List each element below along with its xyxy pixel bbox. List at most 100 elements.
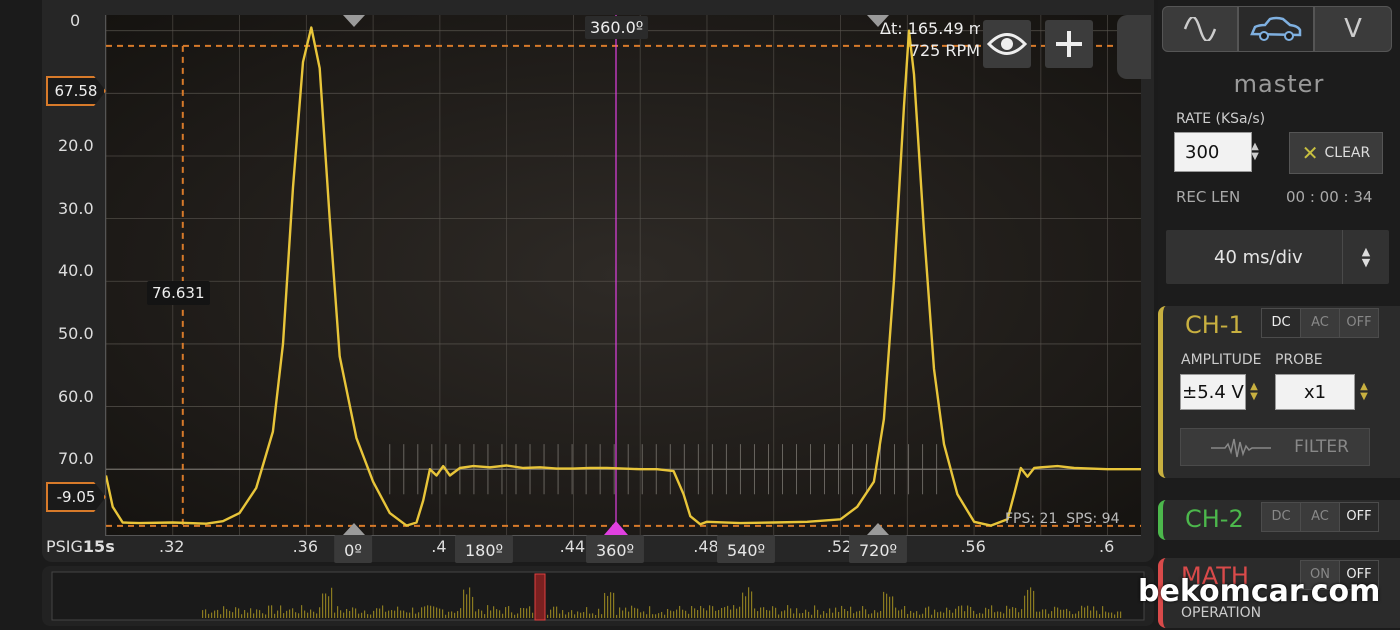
timeline-activity-bar: [1006, 605, 1008, 618]
panel-toggle-handle[interactable]: [1117, 15, 1151, 79]
timeline-activity-bar: [568, 612, 570, 618]
filter-button[interactable]: FILTER: [1180, 428, 1370, 466]
timeline-activity-bar: [676, 609, 678, 618]
time-div-stepper-icon: ▲ ▼: [1342, 230, 1389, 284]
degree-label-540[interactable]: 540º: [716, 535, 776, 563]
degree-label-720[interactable]: 720º: [848, 535, 908, 563]
timeline-activity-bar: [1042, 609, 1044, 618]
ch1-dc-button[interactable]: DC: [1261, 308, 1301, 338]
timeline-activity-bar: [859, 610, 861, 618]
rate-input[interactable]: 300: [1174, 132, 1252, 172]
x-icon: ✕: [1301, 141, 1319, 165]
timeline-activity-bar: [829, 608, 831, 618]
timeline-activity-bar: [1027, 589, 1029, 618]
timeline-activity-bar: [274, 613, 276, 618]
ch1-off-button[interactable]: OFF: [1339, 308, 1379, 338]
timeline-activity-bar: [904, 605, 906, 618]
degree-label-360[interactable]: 360º: [585, 535, 645, 563]
y-tick-label: 50.0: [58, 323, 94, 343]
timeline-activity-bar: [589, 613, 591, 618]
record-timeline[interactable]: [42, 566, 1154, 626]
ch2-name[interactable]: CH-2: [1185, 505, 1244, 533]
rec-len-value: 00 : 00 : 34: [1286, 188, 1373, 206]
ch1-ac-button[interactable]: AC: [1300, 308, 1340, 338]
timeline-activity-bar: [412, 607, 414, 618]
amplitude-stepper[interactable]: ▲ ▼: [1245, 372, 1263, 412]
timeline-activity-bar: [496, 609, 498, 618]
timeline-activity-bar: [595, 614, 597, 618]
x-tick-label: .56: [960, 537, 986, 556]
timeline-activity-bar: [919, 614, 921, 618]
waveform-plot[interactable]: [105, 15, 1141, 536]
timeline-activity-bar: [1054, 606, 1056, 618]
timeline-activity-bar: [964, 611, 966, 618]
timeline-activity-bar: [877, 612, 879, 618]
timeline-activity-bar: [511, 612, 513, 618]
timeline-activity-bar: [910, 610, 912, 618]
timeline-activity-bar: [778, 614, 780, 618]
timeline-activity-bar: [313, 611, 315, 618]
ch1-name[interactable]: CH-1: [1185, 311, 1244, 339]
timeline-activity-bar: [343, 612, 345, 618]
timeline-activity-bar: [355, 608, 357, 618]
timeline-activity-bar: [721, 607, 723, 618]
visibility-button[interactable]: [983, 20, 1031, 68]
delta-time-text: Δt: 165.49 ms: [880, 19, 980, 38]
cursor-low-tag[interactable]: -9.05: [46, 482, 106, 512]
timeline-activity-bar: [664, 614, 666, 618]
timeline-activity-bar: [790, 608, 792, 618]
clear-button[interactable]: ✕ CLEAR: [1289, 132, 1383, 174]
timeline-activity-bar: [1066, 608, 1068, 618]
timeline-activity-bar: [643, 611, 645, 618]
x-tick-label: .6: [1098, 537, 1115, 556]
timeline-activity-bar: [994, 612, 996, 618]
timeline-activity-bar: [577, 611, 579, 618]
rate-stepper[interactable]: ▲ ▼: [1246, 132, 1264, 172]
timeline-activity-bar: [730, 609, 732, 618]
add-cursor-button[interactable]: [1045, 20, 1093, 68]
time-div-selector[interactable]: 40 ms/div ▲ ▼: [1166, 230, 1389, 284]
timeline-activity-bar: [835, 607, 837, 618]
ch2-off-button[interactable]: OFF: [1339, 502, 1379, 532]
cursor-high-tag[interactable]: 67.58: [46, 76, 106, 106]
timeline-activity-bar: [907, 613, 909, 618]
timeline-activity-bar: [472, 596, 474, 618]
timeline-activity-bar: [868, 614, 870, 618]
timeline-activity-bar: [325, 593, 327, 618]
trigger-position-label[interactable]: 360.0º: [585, 16, 649, 39]
timeline-activity-bar: [802, 612, 804, 618]
timeline-activity-bar: [1078, 611, 1080, 618]
car-icon: [1250, 16, 1302, 41]
tab-waveform[interactable]: [1162, 6, 1238, 52]
timeline-activity-bar: [649, 606, 651, 618]
degree-label-0[interactable]: 0º: [334, 535, 372, 563]
y-tick-label: 70.0: [58, 449, 94, 469]
probe-stepper[interactable]: ▲ ▼: [1355, 372, 1373, 412]
timeline-activity-bar: [952, 612, 954, 618]
ch2-dc-button[interactable]: DC: [1261, 502, 1301, 532]
timeline-activity-bar: [718, 610, 720, 618]
timeline-activity-bar: [814, 605, 816, 618]
timeline-activity-bar: [400, 610, 402, 618]
timeline-activity-bar: [556, 606, 558, 618]
timeline-activity-bar: [967, 605, 969, 618]
probe-input[interactable]: x1: [1275, 374, 1355, 410]
timeline-activity-bar: [937, 612, 939, 618]
timeline-activity-bar: [841, 605, 843, 618]
tab-voltage-label: V: [1344, 14, 1362, 44]
timeline-activity-bar: [1111, 612, 1113, 618]
delta-time-readout: Δt: 165.49 ms 725 RPM: [880, 18, 980, 62]
timeline-activity-bar: [943, 612, 945, 618]
sps-text: SPS: 94: [1066, 511, 1120, 527]
amplitude-input[interactable]: ±5.4 V: [1180, 374, 1246, 410]
timeline-activity-bar: [385, 611, 387, 618]
tab-voltage[interactable]: V: [1314, 6, 1392, 52]
tab-vehicle[interactable]: [1238, 6, 1314, 52]
ch2-ac-button[interactable]: AC: [1300, 502, 1340, 532]
degree-label-180[interactable]: 180º: [454, 535, 514, 563]
timeline-position-marker[interactable]: [534, 573, 546, 621]
timeline-activity-bar: [724, 607, 726, 618]
timeline-activity-bar: [781, 611, 783, 618]
timeline-activity-bar: [754, 608, 756, 618]
timeline-activity-bar: [286, 610, 288, 618]
